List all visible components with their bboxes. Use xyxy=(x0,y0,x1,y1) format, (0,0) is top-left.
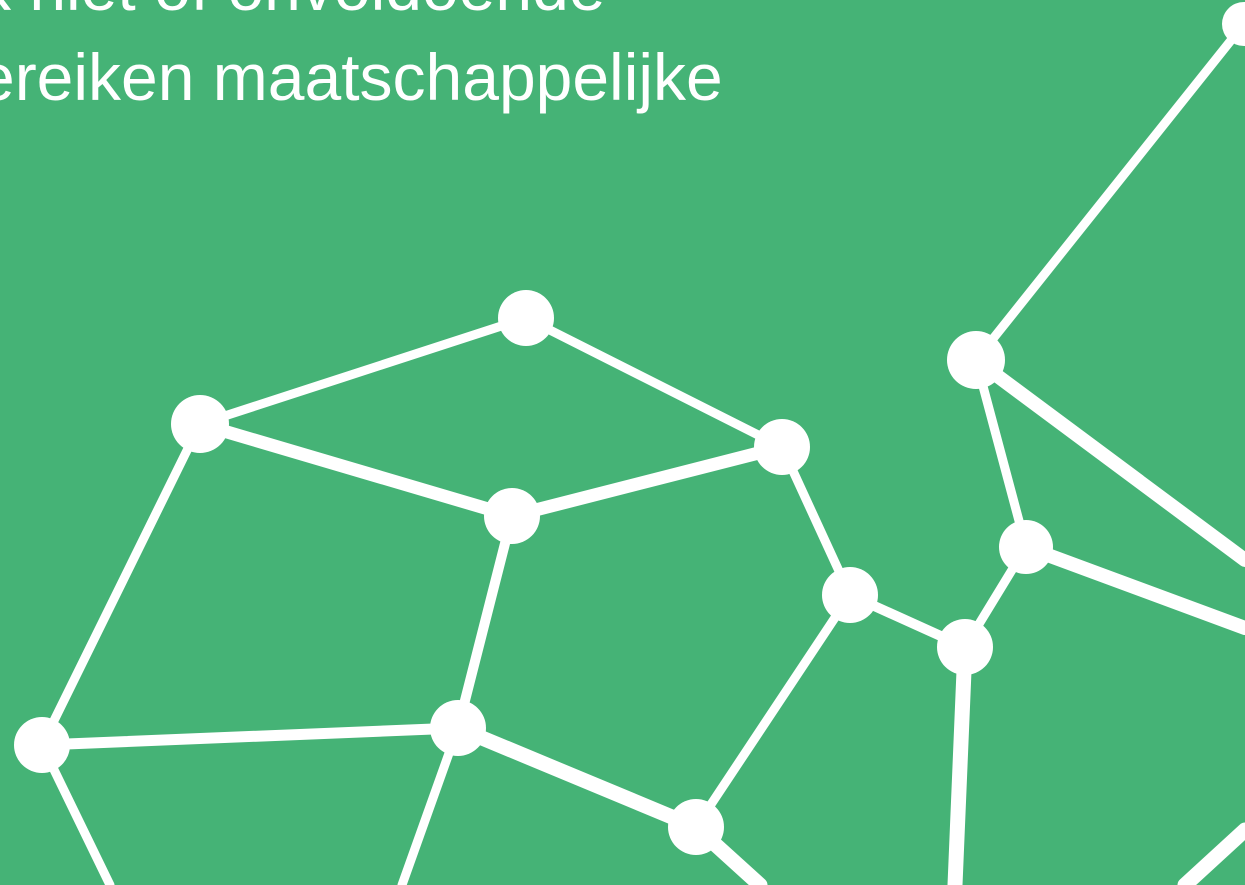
network-node xyxy=(498,290,554,346)
headline-line-2: ereiken maatschappelijke xyxy=(0,40,723,114)
network-node xyxy=(754,419,810,475)
slide-background: k niet of onvoldoende ereiken maatschapp… xyxy=(0,0,1245,885)
network-node xyxy=(937,619,993,675)
network-edge xyxy=(947,639,973,885)
network-node xyxy=(171,395,229,453)
network-node xyxy=(999,520,1053,574)
network-graph-icon xyxy=(0,0,1245,885)
network-node xyxy=(822,567,878,623)
network-node xyxy=(947,331,1005,389)
network-node xyxy=(430,700,486,756)
headline: k niet of onvoldoende ereiken maatschapp… xyxy=(0,0,723,122)
network-node xyxy=(668,799,724,855)
headline-line-1: k niet of onvoldoende xyxy=(0,0,723,32)
network-node xyxy=(14,717,70,773)
network-node xyxy=(484,488,540,544)
